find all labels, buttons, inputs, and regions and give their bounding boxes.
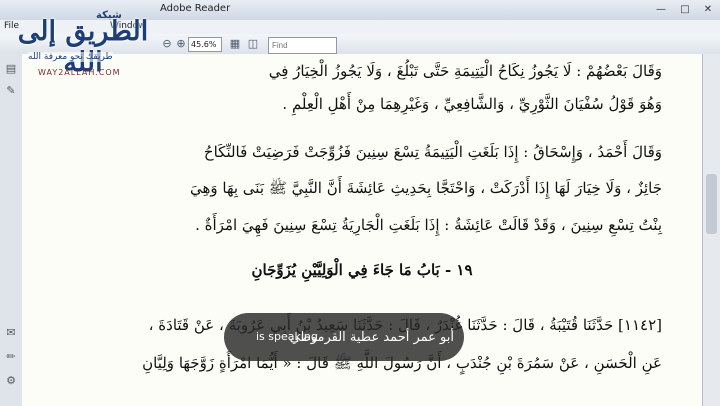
speaker-caption: is speaking أبو عمر أحمد عطية القرموطي	[224, 313, 464, 361]
scrollbar-thumb[interactable]	[706, 174, 717, 234]
signature-icon[interactable]: ✏	[5, 350, 17, 364]
tools-icon[interactable]: ⚙	[5, 374, 17, 388]
chapter-heading: ١٩ - بَابُ مَا جَاءَ فِي الْوَلِيَّيْنِ …	[251, 261, 473, 279]
navigation-panel: ▤ ✎ ✉ ✏ ⚙	[0, 54, 23, 406]
logo-tagline: طريقك نحو معرفة الله	[28, 52, 113, 62]
text-line-2: وَهُوَ قَوْلُ سُفْيَانَ الثَّوْرِيِّ ، و…	[282, 95, 662, 113]
zoom-level-field[interactable]: 45.6%	[188, 37, 222, 52]
caption-speaker: أبو عمر أحمد عطية القرموطي	[289, 330, 454, 345]
find-input[interactable]	[268, 37, 337, 54]
text-line-5: بِنْتُ تِسْعِ سِنِينَ ، وَقَدْ قَالَتْ ع…	[195, 216, 662, 234]
comment-icon[interactable]: ✉	[5, 326, 17, 340]
text-line-4: جَائِزٌ ، وَلَا خِيَارَ لَهَا إِذَا أَدْ…	[189, 179, 662, 197]
zoom-out-icon[interactable]: ⊖	[160, 37, 174, 51]
channel-logo: شبكة الطريق إلى الله طريقك نحو معرفة الل…	[8, 10, 158, 95]
close-icon[interactable]: ✕	[697, 2, 719, 17]
text-line-1: وَقَالَ بَعْضُهُمْ : لَا يَجُوزُ نِكَاحُ…	[268, 62, 662, 80]
zoom-in-icon[interactable]: ⊕	[174, 37, 188, 51]
window-title: Adobe Reader	[160, 3, 231, 14]
fit-width-icon[interactable]: ◫	[246, 37, 260, 51]
maximize-icon[interactable]: □	[674, 2, 696, 17]
text-line-3: وَقَالَ أَحْمَدُ ، وَإِسْحَاقُ : إِذَا ب…	[203, 143, 662, 161]
logo-site: WAY2ALLAH.COM	[38, 68, 121, 77]
vertical-scrollbar[interactable]	[702, 54, 720, 406]
minimize-icon[interactable]: —	[650, 2, 672, 17]
fit-page-icon[interactable]: ▦	[228, 37, 242, 51]
